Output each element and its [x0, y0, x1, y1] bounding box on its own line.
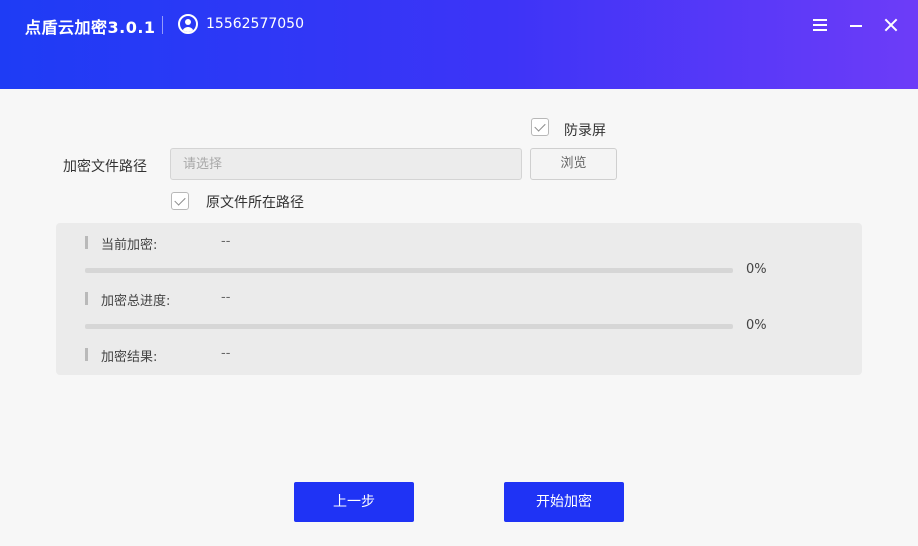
progress-panel — [56, 223, 862, 375]
total-value: -- — [221, 290, 231, 305]
menu-icon[interactable] — [811, 16, 829, 34]
anti-record-checkbox[interactable] — [531, 118, 549, 136]
result-value: -- — [221, 346, 231, 361]
original-path-label: 原文件所在路径 — [206, 195, 304, 211]
minimize-icon[interactable] — [847, 16, 865, 34]
close-icon[interactable] — [882, 16, 900, 34]
user-icon[interactable] — [178, 14, 198, 34]
start-encrypt-button[interactable]: 开始加密 — [504, 482, 624, 522]
result-label: 加密结果: — [101, 350, 158, 365]
user-phone: 15562577050 — [206, 16, 304, 32]
current-value: -- — [221, 234, 231, 249]
total-progress-bar — [85, 324, 733, 329]
total-percent: 0% — [746, 318, 767, 333]
title-divider — [162, 16, 163, 34]
anti-record-label: 防录屏 — [564, 123, 606, 139]
total-marker — [85, 292, 88, 305]
original-path-checkbox[interactable] — [171, 192, 189, 210]
file-path-label: 加密文件路径 — [63, 159, 147, 175]
prev-step-button[interactable]: 上一步 — [294, 482, 414, 522]
current-label: 当前加密: — [101, 238, 158, 253]
total-label: 加密总进度: — [101, 294, 171, 309]
current-percent: 0% — [746, 262, 767, 277]
file-path-input[interactable] — [170, 148, 522, 180]
current-marker — [85, 236, 88, 249]
browse-button[interactable]: 浏览 — [530, 148, 617, 180]
app-title: 点盾云加密3.0.1 — [25, 18, 156, 37]
result-marker — [85, 348, 88, 361]
title-bar: 点盾云加密3.0.1 15562577050 — [0, 0, 918, 89]
current-progress-bar — [85, 268, 733, 273]
